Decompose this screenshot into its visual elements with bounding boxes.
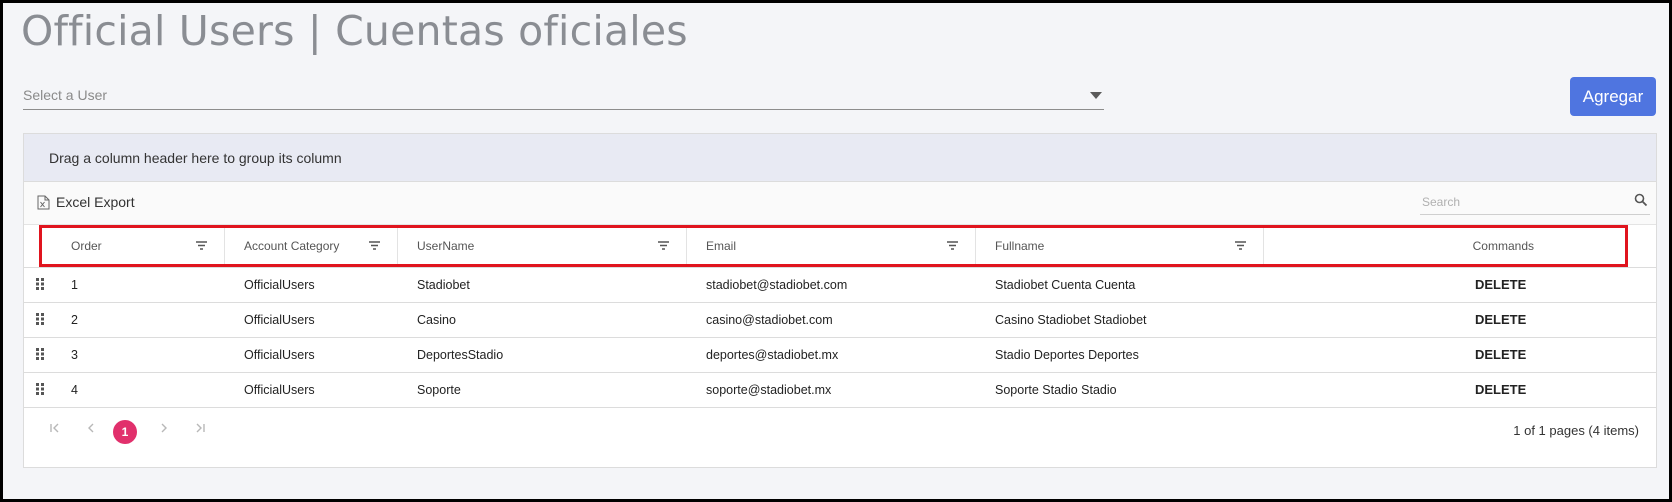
dropdown-caret-icon[interactable] (1090, 92, 1102, 99)
filter-icon[interactable] (947, 241, 958, 250)
current-page-button[interactable]: 1 (113, 420, 137, 444)
column-separator[interactable] (224, 225, 225, 267)
delete-button[interactable]: DELETE (1475, 268, 1526, 302)
user-select-dropdown[interactable]: Select a User (23, 81, 1104, 110)
cell-account-category: OfficialUsers (244, 313, 315, 327)
user-select-placeholder: Select a User (23, 87, 108, 103)
add-button[interactable]: Agregar (1570, 77, 1656, 116)
table-row[interactable]: 4 OfficialUsers Soporte soporte@stadiobe… (24, 373, 1656, 408)
excel-export-button[interactable]: Excel Export (37, 194, 135, 210)
grid-body: 1 OfficialUsers Stadiobet stadiobet@stad… (24, 268, 1656, 408)
column-header-fullname-label: Fullname (995, 239, 1045, 253)
grid-toolbar: Excel Export (24, 182, 1656, 225)
column-separator[interactable] (1263, 225, 1264, 267)
column-header-email[interactable]: Email (706, 225, 956, 267)
group-panel[interactable]: Drag a column header here to group its c… (24, 134, 1656, 182)
cell-email: stadiobet@stadiobet.com (706, 278, 848, 292)
cell-order: 3 (71, 348, 78, 362)
search-input[interactable] (1420, 190, 1624, 214)
column-header-commands-label: Commands (1472, 239, 1534, 253)
drag-handle-icon[interactable] (36, 278, 44, 290)
first-page-icon[interactable] (49, 422, 61, 434)
cell-username: Soporte (417, 383, 461, 397)
filter-icon[interactable] (196, 241, 207, 250)
cell-fullname: Casino Stadiobet Stadiobet (995, 313, 1147, 327)
column-header-username[interactable]: UserName (417, 225, 667, 267)
filter-icon[interactable] (658, 241, 669, 250)
cell-fullname: Stadio Deportes Deportes (995, 348, 1139, 362)
cell-fullname: Stadiobet Cuenta Cuenta (995, 278, 1136, 292)
search-icon[interactable] (1634, 193, 1648, 207)
last-page-icon[interactable] (194, 422, 206, 434)
cell-order: 2 (71, 313, 78, 327)
cell-fullname: Soporte Stadio Stadio (995, 383, 1117, 397)
excel-icon (37, 195, 50, 209)
filter-icon[interactable] (369, 241, 380, 250)
cell-account-category: OfficialUsers (244, 383, 315, 397)
table-row[interactable]: 1 OfficialUsers Stadiobet stadiobet@stad… (24, 268, 1656, 303)
page-title: Official Users | Cuentas oficiales (21, 7, 688, 55)
table-row[interactable]: 3 OfficialUsers DeportesStadio deportes@… (24, 338, 1656, 373)
column-separator[interactable] (397, 225, 398, 267)
cell-account-category: OfficialUsers (244, 278, 315, 292)
table-row[interactable]: 2 OfficialUsers Casino casino@stadiobet.… (24, 303, 1656, 338)
pager: 1 1 of 1 pages (4 items) (24, 408, 1656, 454)
column-header-username-label: UserName (417, 239, 475, 253)
cell-username: Stadiobet (417, 278, 470, 292)
cell-email: deportes@stadiobet.mx (706, 348, 839, 362)
previous-page-icon[interactable] (85, 422, 97, 434)
cell-email: casino@stadiobet.com (706, 313, 833, 327)
drag-handle-icon[interactable] (36, 348, 44, 360)
column-separator[interactable] (975, 225, 976, 267)
column-header-order-label: Order (71, 239, 102, 253)
column-header-email-label: Email (706, 239, 737, 253)
delete-button[interactable]: DELETE (1475, 338, 1526, 372)
delete-button[interactable]: DELETE (1475, 303, 1526, 337)
cell-username: Casino (417, 313, 456, 327)
cell-order: 4 (71, 383, 78, 397)
users-grid: Drag a column header here to group its c… (23, 133, 1657, 468)
cell-username: DeportesStadio (417, 348, 504, 362)
excel-export-label: Excel Export (56, 194, 135, 210)
drag-handle-icon[interactable] (36, 313, 44, 325)
column-separator[interactable] (686, 225, 687, 267)
column-header-commands: Commands (1284, 225, 1534, 267)
cell-email: soporte@stadiobet.mx (706, 383, 832, 397)
cell-account-category: OfficialUsers (244, 348, 315, 362)
cell-order: 1 (71, 278, 78, 292)
delete-button[interactable]: DELETE (1475, 373, 1526, 407)
group-panel-text: Drag a column header here to group its c… (49, 149, 342, 166)
pager-info: 1 of 1 pages (4 items) (1513, 423, 1639, 438)
next-page-icon[interactable] (158, 422, 170, 434)
filter-icon[interactable] (1235, 241, 1246, 250)
grid-search (1420, 190, 1650, 215)
column-header-fullname[interactable]: Fullname (995, 225, 1245, 267)
drag-handle-icon[interactable] (36, 383, 44, 395)
grid-header-row: Order Account Category UserName Email Fu… (24, 225, 1656, 268)
column-header-account-category-label: Account Category (244, 239, 340, 253)
